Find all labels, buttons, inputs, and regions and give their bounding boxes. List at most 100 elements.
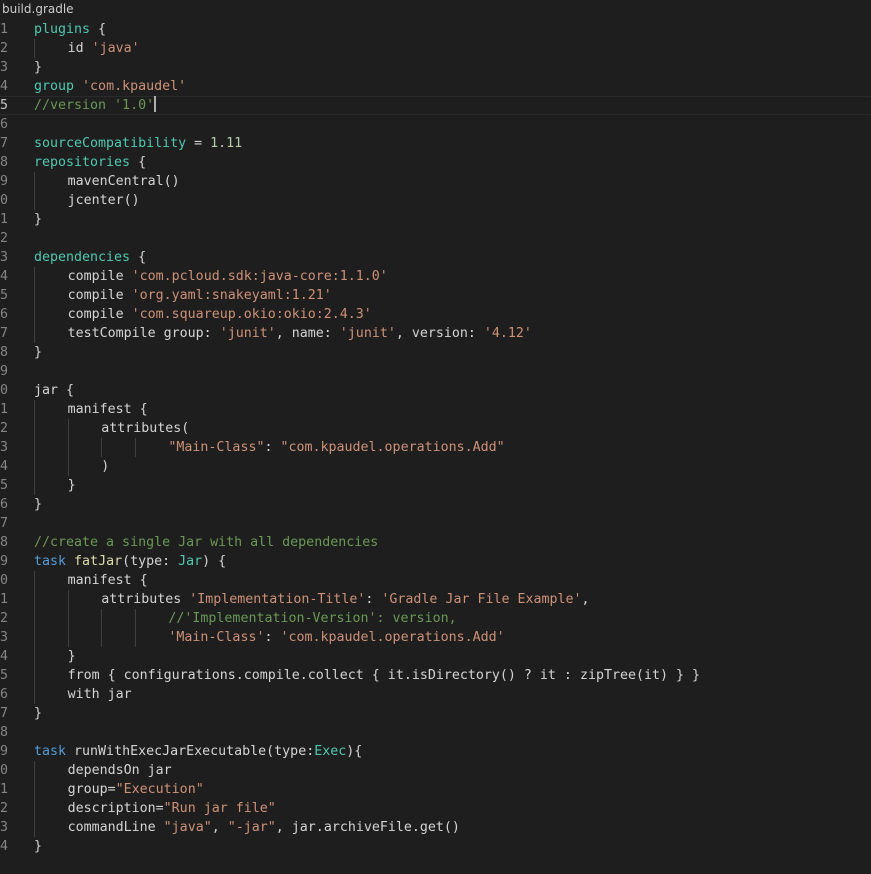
- code-text: }: [68, 647, 76, 666]
- line-number: 2: [0, 231, 9, 246]
- line-number: 1: [0, 212, 9, 227]
- code-line[interactable]: 1}: [0, 210, 871, 229]
- code-text: task runWithExecJarExecutable(type:Exec)…: [34, 742, 362, 761]
- indent-guide: [34, 761, 35, 780]
- code-line[interactable]: 6}: [0, 495, 871, 514]
- line-number: 4: [0, 649, 9, 664]
- code-line[interactable]: 7: [0, 514, 871, 533]
- code-line[interactable]: 1 attributes 'Implementation-Title': 'Gra…: [0, 590, 871, 609]
- code-token: dependsOn jar: [67, 763, 172, 778]
- code-line[interactable]: 0 manifest {: [0, 571, 871, 590]
- code-line[interactable]: 0 jcenter(): [0, 191, 871, 210]
- code-line[interactable]: 2 description="Run jar file": [0, 799, 871, 818]
- code-line[interactable]: 8 repositories {: [0, 153, 871, 172]
- indent-guide: [67, 419, 69, 438]
- code-line[interactable]: 9 task fatJar(type: Jar) {: [0, 552, 871, 571]
- code-line[interactable]: 3 'Main-Class': 'com.kpaudel.operations.A…: [0, 628, 871, 647]
- code-line[interactable]: 0 jar {: [0, 381, 871, 400]
- code-line[interactable]: 1 manifest {: [0, 400, 871, 419]
- code-token: }: [34, 706, 43, 721]
- code-line[interactable]: 9: [0, 362, 871, 381]
- code-line[interactable]: 0 dependsOn jar: [0, 761, 871, 780]
- line-number: 0: [0, 383, 9, 398]
- code-token: commandLine: [67, 820, 164, 835]
- indent-guide: [34, 590, 35, 609]
- code-line[interactable]: 7 sourceCompatibility = 1.11: [0, 134, 871, 153]
- indent-guide: [34, 39, 35, 58]
- code-line[interactable]: 6: [0, 115, 871, 134]
- code-line[interactable]: 2 attributes(: [0, 419, 871, 438]
- indent-guide: [34, 685, 35, 704]
- code-text: //'Implementation-Version': version,: [168, 609, 456, 628]
- line-number: 0: [0, 193, 9, 208]
- code-line[interactable]: 8 //create a single Jar with all dependen…: [0, 533, 871, 552]
- code-text: manifest {: [68, 400, 148, 419]
- line-number: 6: [0, 497, 9, 512]
- code-token: }: [34, 345, 43, 360]
- code-line[interactable]: 1 group="Execution": [0, 780, 871, 799]
- code-text: jar {: [34, 381, 74, 400]
- code-line[interactable]: 2 //'Implementation-Version': version,: [0, 609, 871, 628]
- code-line[interactable]: 9 mavenCentral(): [0, 172, 871, 191]
- code-line[interactable]: 6 compile 'com.squareup.okio:okio:2.4.3': [0, 305, 871, 324]
- code-line[interactable]: 6 with jar: [0, 685, 871, 704]
- code-token: ) {: [202, 554, 227, 569]
- code-token: "Run jar file": [163, 801, 276, 816]
- code-text: group 'com.kpaudel': [34, 77, 186, 96]
- code-token: group: [34, 79, 75, 94]
- code-text: mavenCentral(): [68, 172, 180, 191]
- line-number: 4: [0, 839, 9, 854]
- code-line[interactable]: 7}: [0, 704, 871, 723]
- line-number: 5: [0, 288, 9, 303]
- indent-guide: [67, 457, 69, 476]
- code-line[interactable]: 4 compile 'com.pcloud.sdk:java-core:1.1.0…: [0, 267, 871, 286]
- editor-tab-title[interactable]: build.gradle: [2, 1, 74, 18]
- code-text: ): [101, 457, 109, 476]
- code-token: dependencies: [34, 250, 131, 265]
- code-line[interactable]: 2: [0, 229, 871, 248]
- code-token: :: [264, 440, 281, 455]
- code-line[interactable]: 5 compile 'org.yaml:snakeyaml:1.21': [0, 286, 871, 305]
- code-text: }: [34, 58, 42, 77]
- line-number: 9: [0, 744, 9, 759]
- text-cursor: [154, 96, 157, 112]
- code-text: //create a single Jar with all dependenc…: [34, 533, 378, 552]
- code-line[interactable]: 3 "Main-Class": "com.kpaudel.operations.A…: [0, 438, 871, 457]
- code-line[interactable]: 5 from { configurations.compile.collect {…: [0, 666, 871, 685]
- code-text: id 'java': [68, 39, 140, 58]
- code-token: "java": [163, 820, 212, 835]
- indent-guide: [101, 609, 103, 628]
- code-token: 'com.squareup.okio:okio:2.4.3': [131, 307, 372, 322]
- indent-guide: [34, 324, 35, 343]
- indent-guide: [34, 666, 35, 685]
- code-text: compile 'com.squareup.okio:okio:2.4.3': [68, 305, 372, 324]
- code-line[interactable]: 2 id 'java': [0, 39, 871, 58]
- code-line[interactable]: 4): [0, 457, 871, 476]
- indent-guide: [67, 628, 69, 647]
- code-token: //version '1.0': [34, 98, 155, 113]
- code-editor[interactable]: 1 plugins {2 id 'java' 3} 4 group 'com.kpaude…: [0, 19, 871, 874]
- code-line[interactable]: 8: [0, 723, 871, 742]
- code-line[interactable]: 5}: [0, 476, 871, 495]
- code-line[interactable]: 9 task runWithExecJarExecutable(type:Exec…: [0, 742, 871, 761]
- indent-guide: [34, 799, 35, 818]
- line-number: 2: [0, 41, 9, 56]
- code-text: manifest {: [68, 571, 148, 590]
- code-token: }: [67, 649, 76, 664]
- code-line[interactable]: 4}: [0, 837, 871, 856]
- code-line[interactable]: 1 plugins {: [0, 20, 871, 39]
- code-line[interactable]: 3}: [0, 58, 871, 77]
- indent-guide: [34, 305, 35, 324]
- code-line[interactable]: 5 //version '1.0': [0, 96, 871, 115]
- code-line[interactable]: 4}: [0, 647, 871, 666]
- code-token: compile: [67, 307, 132, 322]
- line-number: 0: [0, 573, 9, 588]
- code-token: "com.kpaudel.operations.Add": [280, 440, 505, 455]
- code-line[interactable]: 3 dependencies {: [0, 248, 871, 267]
- code-line[interactable]: 7 testCompile group: 'junit', name: 'juni…: [0, 324, 871, 343]
- code-line[interactable]: 8}: [0, 343, 871, 362]
- code-text: commandLine "java", "-jar", jar.archiveF…: [68, 818, 460, 837]
- code-line[interactable]: 4 group 'com.kpaudel': [0, 77, 871, 96]
- code-line[interactable]: 3 commandLine "java", "-jar", jar.archive…: [0, 818, 871, 837]
- code-token: 'Implementation-Title': [189, 592, 366, 607]
